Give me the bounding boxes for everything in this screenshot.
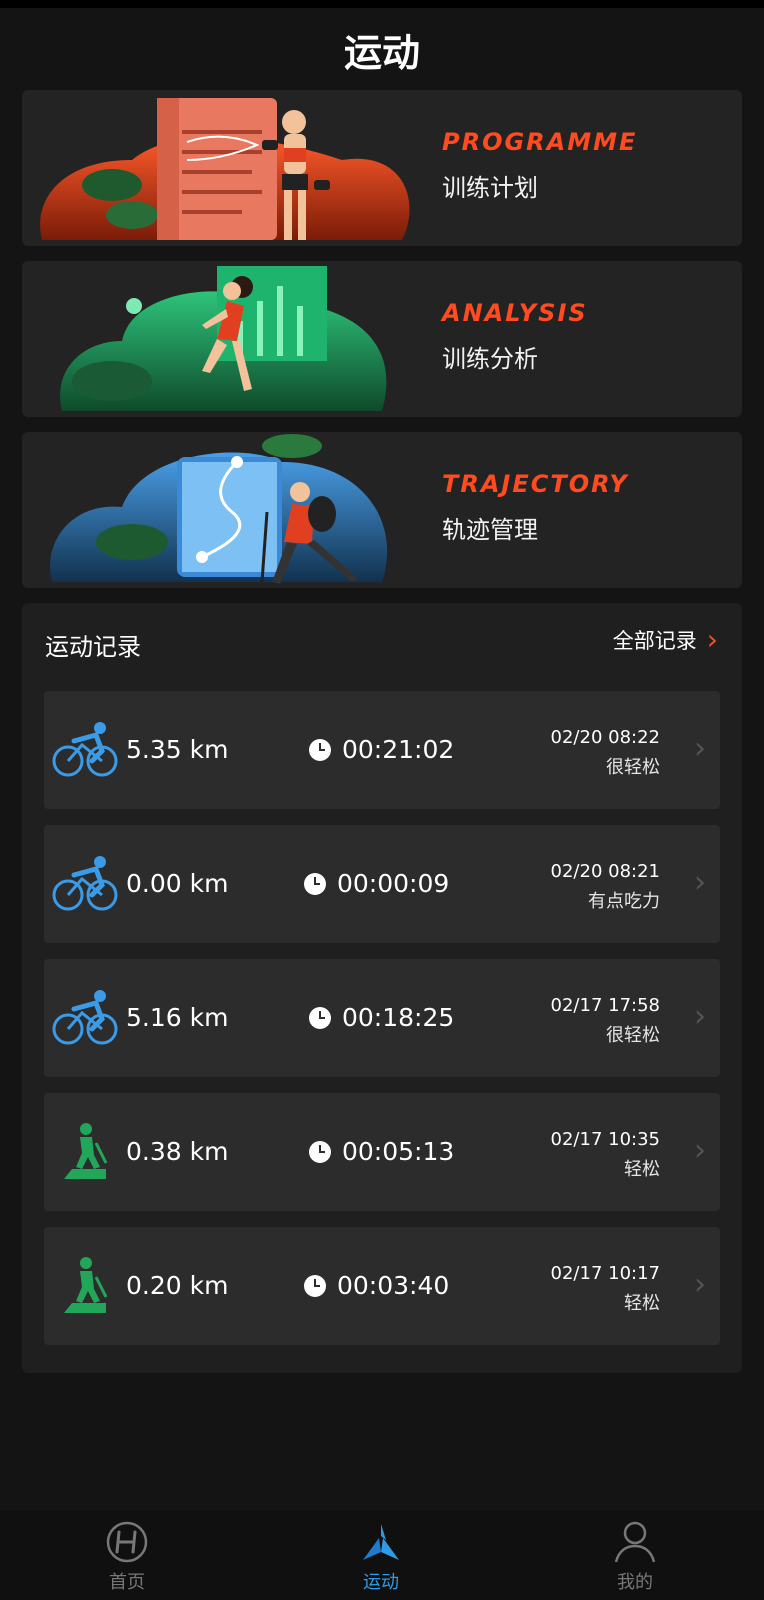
record-distance: 5.35 km (126, 735, 229, 764)
feature-zh-label: 轨迹管理 (442, 516, 538, 544)
feature-card-analysis[interactable]: ANALYSIS 训练分析 (22, 261, 742, 417)
feature-en-label: PROGRAMME (442, 128, 638, 156)
tab-home[interactable]: 首页 (0, 1510, 254, 1600)
record-row[interactable]: 0.00 km 00:00:09 02/20 08:21 有点吃力 › (44, 825, 720, 943)
feature-card-trajectory[interactable]: TRAJECTORY 轨迹管理 (22, 432, 742, 588)
record-feeling: 很轻松 (606, 1025, 660, 1046)
records-panel: 运动记录 全部记录 › 5.35 km 00:21:02 02/20 08:22… (22, 603, 742, 1373)
record-duration: 00:18:25 (342, 1003, 455, 1032)
bike-icon (52, 722, 118, 777)
status-bar (0, 0, 764, 8)
chevron-right-icon: › (694, 1133, 706, 1168)
tab-label: 运动 (363, 1572, 399, 1593)
programme-illustration (40, 98, 410, 240)
bike-icon (52, 990, 118, 1045)
record-feeling: 很轻松 (606, 757, 660, 778)
record-date: 02/17 17:58 (550, 995, 660, 1016)
bottom-tab-bar: 首页 运动 我的 (0, 1510, 764, 1600)
chevron-right-icon: › (694, 865, 706, 900)
clock-icon (304, 1275, 326, 1297)
clock-icon (304, 873, 326, 895)
sport-logo-icon (363, 1524, 399, 1560)
tab-profile[interactable]: 我的 (508, 1510, 762, 1600)
chevron-right-icon: › (694, 999, 706, 1034)
feature-en-label: TRAJECTORY (442, 470, 629, 498)
record-date: 02/20 08:22 (550, 727, 660, 748)
record-row[interactable]: 5.35 km 00:21:02 02/20 08:22 很轻松 › (44, 691, 720, 809)
record-distance: 5.16 km (126, 1003, 229, 1032)
records-title: 运动记录 (45, 633, 141, 661)
record-date: 02/17 10:17 (550, 1263, 660, 1284)
clock-icon (309, 1007, 331, 1029)
chevron-right-icon: › (694, 1267, 706, 1302)
record-row[interactable]: 0.20 km 00:03:40 02/17 10:17 轻松 › (44, 1227, 720, 1345)
page-title: 运动 (343, 31, 420, 75)
feature-card-programme[interactable]: PROGRAMME 训练计划 (22, 90, 742, 246)
tab-label: 首页 (109, 1572, 145, 1593)
record-date: 02/17 10:35 (550, 1129, 660, 1150)
stepper-icon (64, 1123, 108, 1179)
home-logo-icon (106, 1521, 148, 1563)
record-duration: 00:21:02 (342, 735, 455, 764)
record-distance: 0.00 km (126, 869, 229, 898)
all-records-label: 全部记录 (612, 629, 697, 653)
record-feeling: 有点吃力 (588, 891, 660, 912)
stepper-icon (64, 1257, 108, 1313)
record-distance: 0.38 km (126, 1137, 229, 1166)
record-duration: 00:03:40 (337, 1271, 450, 1300)
record-feeling: 轻松 (624, 1159, 660, 1180)
record-duration: 00:05:13 (342, 1137, 455, 1166)
chevron-right-icon: › (694, 731, 706, 766)
record-feeling: 轻松 (624, 1293, 660, 1314)
clock-icon (309, 1141, 331, 1163)
trajectory-illustration (50, 434, 388, 584)
record-row[interactable]: 0.38 km 00:05:13 02/17 10:35 轻松 › (44, 1093, 720, 1211)
all-records-link[interactable]: 全部记录 › (613, 625, 718, 655)
record-duration: 00:00:09 (337, 869, 450, 898)
feature-zh-label: 训练分析 (442, 345, 538, 373)
tab-sport[interactable]: 运动 (254, 1510, 508, 1600)
profile-icon (614, 1521, 656, 1563)
record-distance: 0.20 km (126, 1271, 229, 1300)
feature-en-label: ANALYSIS (442, 299, 588, 327)
chevron-right-icon: › (706, 623, 718, 656)
record-date: 02/20 08:21 (550, 861, 660, 882)
feature-zh-label: 训练计划 (442, 174, 538, 202)
bike-icon (52, 856, 118, 911)
tab-label: 我的 (617, 1572, 653, 1593)
analysis-illustration (60, 266, 387, 411)
clock-icon (309, 739, 331, 761)
record-row[interactable]: 5.16 km 00:18:25 02/17 17:58 很轻松 › (44, 959, 720, 1077)
